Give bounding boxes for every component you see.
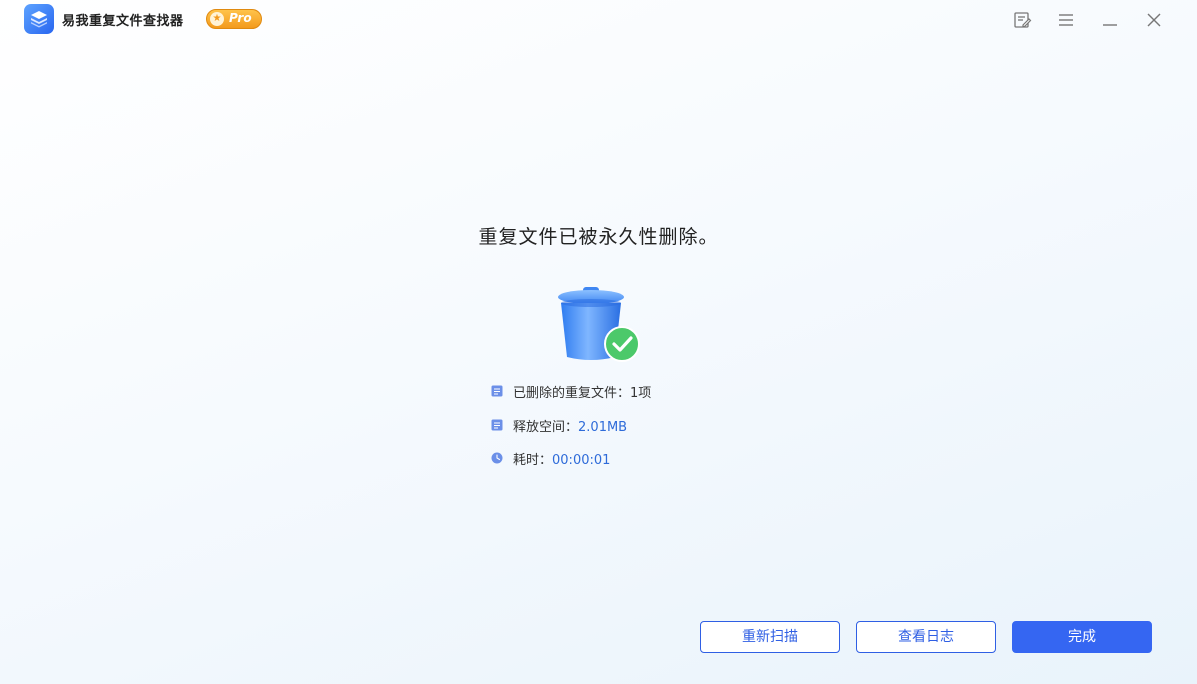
- freed-space-value: 2.01MB: [578, 420, 628, 435]
- pro-badge[interactable]: ★ Pro: [206, 9, 262, 29]
- rescan-button[interactable]: 重新扫描: [700, 621, 840, 653]
- result-title: 重复文件已被永久性删除。: [478, 226, 719, 248]
- close-button[interactable]: [1142, 8, 1166, 32]
- elapsed-time-value: 00:00:01: [552, 453, 611, 468]
- app-title: 易我重复文件查找器: [62, 14, 184, 29]
- deleted-count-value: 1项: [630, 386, 652, 401]
- elapsed-time-label: 耗时：: [513, 453, 553, 468]
- view-log-button[interactable]: 查看日志: [856, 621, 996, 653]
- trash-bin-check-icon: [553, 283, 643, 365]
- clock-icon: [491, 452, 503, 464]
- minimize-icon: [1103, 24, 1117, 26]
- feedback-icon: [1014, 12, 1032, 28]
- feedback-button[interactable]: [1010, 8, 1034, 32]
- minimize-button[interactable]: [1098, 8, 1122, 32]
- pro-badge-label: Pro: [229, 11, 252, 25]
- app-logo-icon: [24, 4, 54, 34]
- menu-button[interactable]: [1054, 8, 1078, 32]
- title-bar: 易我重复文件查找器 ★ Pro: [0, 0, 1197, 40]
- file-icon: [491, 385, 503, 397]
- star-icon: ★: [210, 12, 224, 26]
- deleted-count-label: 已删除的重复文件：: [513, 386, 631, 401]
- done-button[interactable]: 完成: [1012, 621, 1152, 653]
- disk-icon: [491, 419, 503, 431]
- close-icon: [1147, 13, 1161, 27]
- freed-space-label: 释放空间：: [513, 420, 579, 435]
- menu-icon: [1059, 14, 1073, 26]
